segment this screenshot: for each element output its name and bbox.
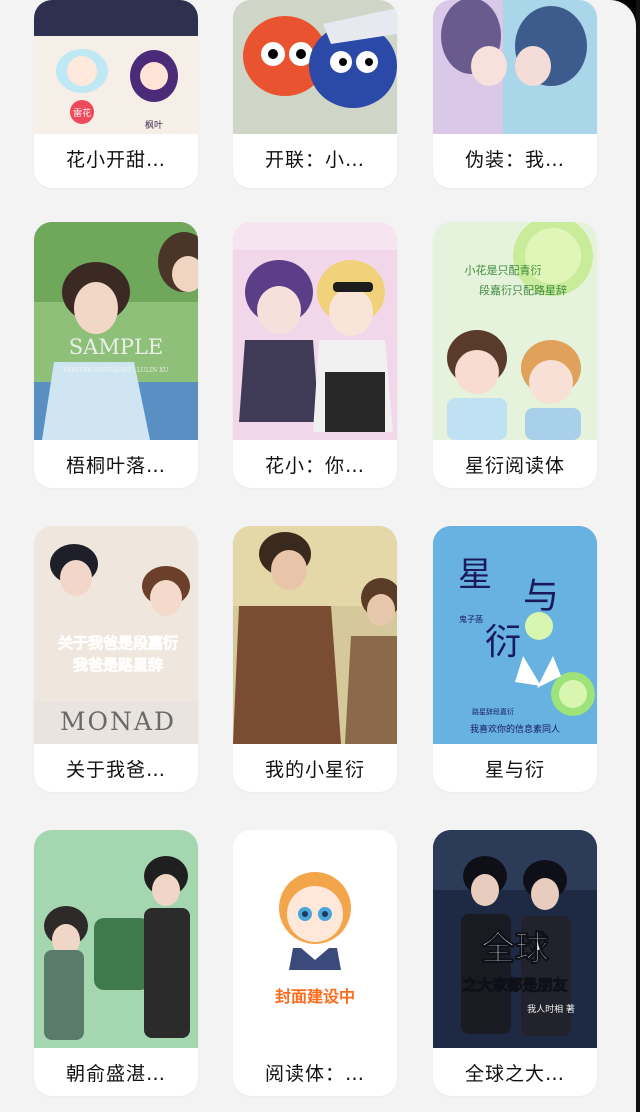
book-card[interactable]: 封面建设中 阅读体：…	[233, 830, 397, 1096]
book-title: 梧桐叶落…	[65, 454, 166, 477]
book-title: 朝俞盛湛…	[65, 1062, 166, 1085]
cover-char-1: 星	[458, 555, 492, 595]
book-card[interactable]: 开联：小…	[233, 0, 397, 188]
book-card[interactable]: 朝俞盛湛…	[34, 830, 198, 1096]
book-title: 花小：你…	[264, 454, 365, 477]
book-title: 开联：小…	[264, 148, 365, 171]
cover-title-1: 关于我爸是段嘉衍	[58, 634, 178, 652]
book-cover	[233, 0, 397, 134]
reader-screen: 雷花 枫叶 花小开甜… 开联：小… 伪装：我… SAMPLE PAINTER S…	[0, 0, 640, 1112]
book-title: 伪装：我…	[464, 148, 565, 171]
book-title: 星衍阅读体	[464, 454, 565, 477]
cover-author: 鬼子菡	[459, 614, 483, 624]
cover-line-1: 小花是只配青衍	[465, 263, 542, 277]
screen-edge	[636, 0, 640, 1112]
cover-author: 我人时相 著	[527, 1003, 575, 1015]
book-title: 全球之大…	[464, 1062, 565, 1085]
book-cover-art: 雷花 枫叶	[34, 0, 198, 134]
book-cover	[233, 222, 397, 440]
book-cover	[433, 0, 597, 134]
book-cover-art: 星 与 衍 鬼子菡 路星辞段嘉衍 我喜欢你的信息素同人	[433, 526, 597, 744]
book-card[interactable]: 小花是只配青衍 段嘉衍只配路星辞 星衍阅读体	[433, 222, 597, 488]
book-cover: 封面建设中	[233, 830, 397, 1048]
cover-line-2: 段嘉衍只配路星辞	[479, 283, 567, 297]
book-cover-art: 关于我爸是段嘉衍 我爸是路星辞 MONAD	[34, 526, 198, 744]
book-cover: 星 与 衍 鬼子菡 路星辞段嘉衍 我喜欢你的信息素同人	[433, 526, 597, 744]
cover-title-2: 我爸是路星辞	[73, 656, 163, 674]
book-cover-art: 小花是只配青衍 段嘉衍只配路星辞	[433, 222, 597, 440]
cover-title-sub: 之大家都是朋友	[462, 976, 567, 994]
book-card[interactable]: 雷花 枫叶 花小开甜…	[34, 0, 198, 188]
cover-brand: MONAD	[60, 707, 176, 736]
book-cover-art: SAMPLE PAINTER SPOTLIGHT / LULIN XU	[34, 222, 198, 440]
cover-char-2: 与	[523, 576, 559, 617]
book-cover	[233, 526, 397, 744]
book-card[interactable]: 花小：你…	[233, 222, 397, 488]
book-card[interactable]: 全球 之大家都是朋友 我人时相 著 全球之大…	[433, 830, 597, 1096]
cover-label-2: 枫叶	[145, 119, 163, 131]
book-card[interactable]: SAMPLE PAINTER SPOTLIGHT / LULIN XU 梧桐叶落…	[34, 222, 198, 488]
cover-watermark-sub: PAINTER SPOTLIGHT / LULIN XU	[63, 367, 168, 374]
book-cover: 关于我爸是段嘉衍 我爸是路星辞 MONAD	[34, 526, 198, 744]
book-cover-art	[433, 0, 597, 134]
book-title: 关于我爸…	[65, 758, 166, 781]
book-cover: 小花是只配青衍 段嘉衍只配路星辞	[433, 222, 597, 440]
cover-watermark: SAMPLE	[69, 335, 163, 359]
book-cover-art	[233, 526, 397, 744]
cover-tagline-2: 我喜欢你的信息素同人	[470, 723, 560, 735]
book-cover-art	[233, 0, 397, 134]
book-title: 阅读体：…	[264, 1062, 365, 1085]
book-cover-art	[233, 222, 397, 440]
book-title: 星与衍	[484, 758, 545, 781]
book-cover-art: 全球 之大家都是朋友 我人时相 著	[433, 830, 597, 1048]
book-cover-art	[34, 830, 198, 1048]
book-cover: SAMPLE PAINTER SPOTLIGHT / LULIN XU	[34, 222, 198, 440]
cover-char-3: 衍	[485, 622, 521, 663]
cover-title-main: 全球	[480, 929, 550, 969]
book-cover: 全球 之大家都是朋友 我人时相 著	[433, 830, 597, 1048]
book-grid-panel: 雷花 枫叶 花小开甜… 开联：小… 伪装：我… SAMPLE PAINTER S…	[0, 0, 636, 1112]
book-cover-art: 封面建设中	[233, 830, 397, 1048]
book-title: 我的小星衍	[264, 758, 365, 781]
cover-tagline-1: 路星辞段嘉衍	[472, 707, 514, 716]
book-cover: 雷花 枫叶	[34, 0, 198, 134]
book-card[interactable]: 星 与 衍 鬼子菡 路星辞段嘉衍 我喜欢你的信息素同人 星与衍	[433, 526, 597, 792]
cover-label-1: 雷花	[73, 107, 91, 119]
cover-placeholder-text: 封面建设中	[275, 987, 355, 1006]
book-card[interactable]: 关于我爸是段嘉衍 我爸是路星辞 MONAD 关于我爸…	[34, 526, 198, 792]
book-cover	[34, 830, 198, 1048]
book-card[interactable]: 我的小星衍	[233, 526, 397, 792]
book-title: 花小开甜…	[65, 148, 166, 171]
book-card[interactable]: 伪装：我…	[433, 0, 597, 188]
